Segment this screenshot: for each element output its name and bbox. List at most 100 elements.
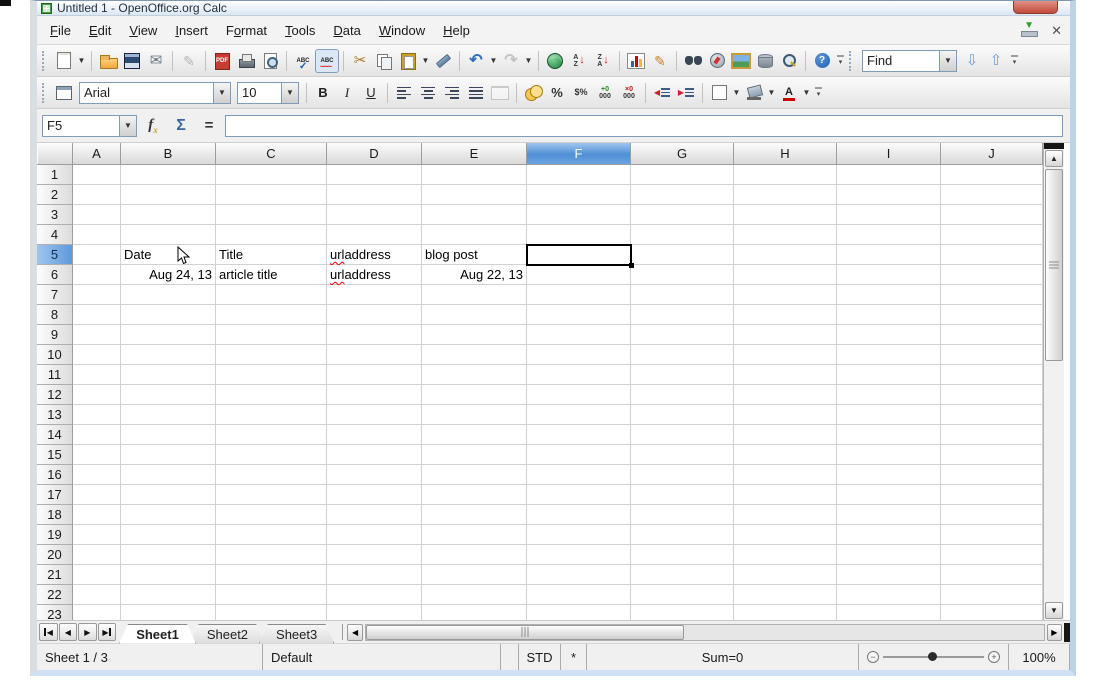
grid-cell[interactable] <box>216 425 327 445</box>
grid-cell[interactable] <box>734 385 837 405</box>
menu-file[interactable]: File <box>41 19 80 42</box>
grid-cell[interactable] <box>527 605 631 620</box>
grid-cell[interactable] <box>837 265 941 285</box>
row-header-6[interactable]: 6 <box>37 265 73 285</box>
chart-button[interactable] <box>624 49 648 73</box>
grid-cell[interactable] <box>327 565 422 585</box>
grid-cell[interactable] <box>631 245 734 265</box>
grid-cell[interactable] <box>327 445 422 465</box>
grid-cell[interactable] <box>631 165 734 185</box>
grid-cell[interactable] <box>734 445 837 465</box>
grid-cell[interactable] <box>631 205 734 225</box>
row-header-23[interactable]: 23 <box>37 605 73 620</box>
grid-cell[interactable] <box>216 205 327 225</box>
row-header-14[interactable]: 14 <box>37 425 73 445</box>
grid-cell[interactable] <box>941 465 1043 485</box>
grid-cell[interactable] <box>73 565 121 585</box>
grid-cell[interactable] <box>941 445 1043 465</box>
new-document-dropdown-icon[interactable]: ▼ <box>76 49 87 73</box>
grid-cell[interactable] <box>527 525 631 545</box>
grid-cell[interactable] <box>73 605 121 620</box>
sheet-tab-sheet2[interactable]: Sheet2 <box>190 624 265 644</box>
scroll-down-button[interactable]: ▼ <box>1045 602 1063 619</box>
grid-cell[interactable] <box>216 445 327 465</box>
grid-cell[interactable] <box>734 465 837 485</box>
sort-descending-button[interactable]: ZA <box>591 49 615 73</box>
grid-cell[interactable] <box>73 285 121 305</box>
grid-cell[interactable] <box>216 185 327 205</box>
open-button[interactable] <box>96 49 120 73</box>
grid-cell[interactable] <box>837 185 941 205</box>
grid-cell[interactable] <box>216 325 327 345</box>
grid-cell[interactable] <box>837 445 941 465</box>
grid-cell[interactable] <box>734 585 837 605</box>
grid-cell[interactable] <box>121 605 216 620</box>
grid-cell[interactable] <box>941 585 1043 605</box>
grid-cell[interactable] <box>941 605 1043 620</box>
font-name-dropdown-icon[interactable]: ▼ <box>213 82 230 103</box>
column-header-C[interactable]: C <box>216 143 327 165</box>
currency-button[interactable] <box>521 81 545 105</box>
grid-cell[interactable] <box>216 365 327 385</box>
grid-cell[interactable] <box>631 605 734 620</box>
grid-cell[interactable] <box>216 165 327 185</box>
save-button[interactable] <box>120 49 144 73</box>
grid-cell[interactable] <box>216 585 327 605</box>
grid-cell[interactable] <box>73 585 121 605</box>
grid-cell[interactable] <box>73 205 121 225</box>
grid-cell[interactable] <box>121 525 216 545</box>
grid-cell[interactable] <box>734 545 837 565</box>
column-header-H[interactable]: H <box>734 143 837 165</box>
export-pdf-button[interactable]: PDF <box>210 49 234 73</box>
grid-cell[interactable] <box>121 345 216 365</box>
formula-input-line[interactable] <box>225 114 1063 137</box>
grid-cell[interactable] <box>941 325 1043 345</box>
grid-cell[interactable] <box>73 185 121 205</box>
grid-cell[interactable] <box>327 585 422 605</box>
sheet-tab-sheet1[interactable]: Sheet1 <box>119 624 196 644</box>
grid-cell[interactable] <box>527 225 631 245</box>
row-header-22[interactable]: 22 <box>37 585 73 605</box>
cell-reference[interactable]: F5 <box>43 116 119 136</box>
grid-cell[interactable] <box>216 285 327 305</box>
grid-cell[interactable] <box>631 285 734 305</box>
grid-cell[interactable] <box>327 365 422 385</box>
email-button[interactable]: ✉ <box>144 49 168 73</box>
paste-button[interactable] <box>396 49 420 73</box>
grid-cell[interactable] <box>422 165 527 185</box>
last-sheet-button[interactable]: ▶ <box>97 623 117 641</box>
grid-cell[interactable] <box>631 305 734 325</box>
grid-cell[interactable] <box>327 285 422 305</box>
standard-format-button[interactable]: $% <box>569 81 593 105</box>
grid-cell[interactable] <box>837 305 941 325</box>
grid-cell[interactable] <box>422 425 527 445</box>
grid-cell[interactable] <box>327 205 422 225</box>
grid-cell[interactable] <box>527 545 631 565</box>
grid-cell[interactable] <box>527 245 631 265</box>
cell-D5[interactable]: url address <box>327 245 422 265</box>
grid-cell[interactable] <box>422 485 527 505</box>
grid-cell[interactable] <box>837 205 941 225</box>
font-color-dropdown-icon[interactable]: ▼ <box>801 81 812 105</box>
row-header-13[interactable]: 13 <box>37 405 73 425</box>
grid-cell[interactable] <box>73 405 121 425</box>
row-header-4[interactable]: 4 <box>37 225 73 245</box>
font-size-dropdown-icon[interactable]: ▼ <box>281 82 298 103</box>
cut-button[interactable]: ✂ <box>348 49 372 73</box>
grid-cell[interactable] <box>327 305 422 325</box>
grid-cell[interactable] <box>631 385 734 405</box>
grid-cell[interactable] <box>837 505 941 525</box>
grid-cell[interactable] <box>422 225 527 245</box>
grid-cell[interactable] <box>527 505 631 525</box>
zoom-button[interactable] <box>777 49 801 73</box>
window-close-button[interactable] <box>1013 1 1058 14</box>
horizontal-scrollbar[interactable] <box>364 623 1045 641</box>
grid-cell[interactable] <box>422 285 527 305</box>
grid-cell[interactable] <box>837 465 941 485</box>
cell-B5[interactable]: Date <box>121 245 216 265</box>
grid-cell[interactable] <box>734 325 837 345</box>
zoom-out-button[interactable]: − <box>867 651 879 663</box>
grid-cell[interactable] <box>73 545 121 565</box>
grid-cell[interactable] <box>941 245 1043 265</box>
data-sources-button[interactable] <box>753 49 777 73</box>
